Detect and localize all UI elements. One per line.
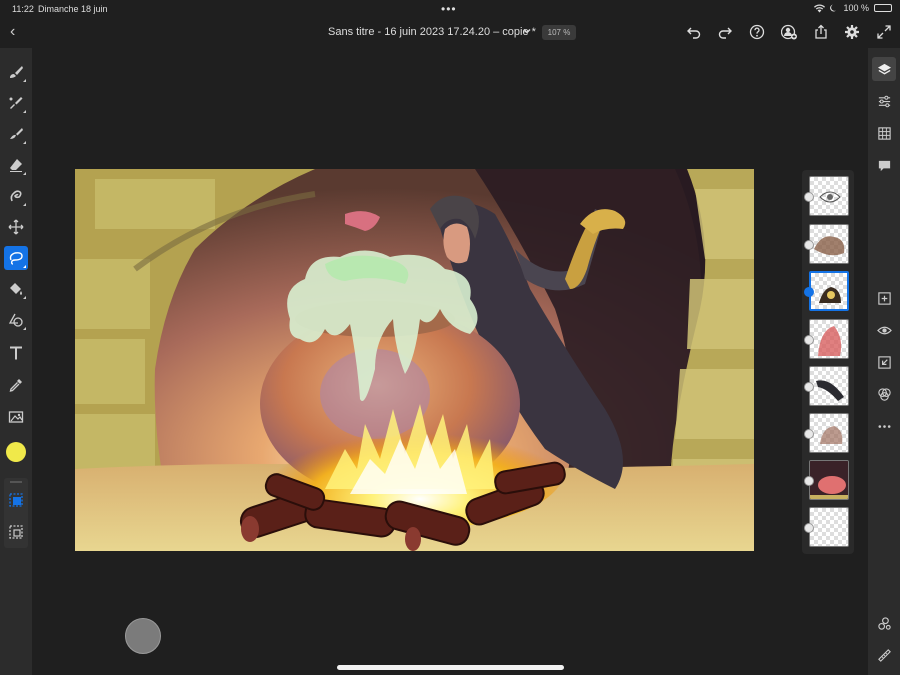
help-icon[interactable] bbox=[749, 24, 765, 40]
account-icon[interactable] bbox=[781, 24, 797, 40]
layer-visibility-icon[interactable] bbox=[804, 287, 814, 297]
image-icon[interactable] bbox=[4, 405, 28, 429]
selection-tool-group bbox=[4, 478, 28, 548]
lasso-icon[interactable] bbox=[4, 246, 28, 270]
ruler-icon[interactable] bbox=[872, 643, 896, 667]
left-toolbar bbox=[0, 48, 32, 675]
layer-visibility-icon[interactable] bbox=[804, 476, 814, 486]
brush-icon[interactable] bbox=[4, 60, 28, 84]
redo-icon[interactable] bbox=[717, 24, 733, 40]
layer-visibility-icon[interactable] bbox=[804, 382, 814, 392]
comment-icon[interactable] bbox=[872, 153, 896, 177]
layer-visibility-icon[interactable] bbox=[804, 523, 814, 533]
marquee-icon[interactable] bbox=[4, 520, 28, 544]
home-indicator[interactable] bbox=[337, 665, 564, 670]
painting-illustration bbox=[75, 169, 754, 551]
layer-visibility-icon[interactable] bbox=[804, 429, 814, 439]
share-icon[interactable] bbox=[813, 24, 829, 40]
layers-panel bbox=[802, 170, 854, 554]
layer-thumbnail[interactable] bbox=[809, 176, 849, 216]
visibility-icon[interactable] bbox=[872, 318, 896, 342]
layers-icon[interactable] bbox=[872, 57, 896, 81]
blend-icon[interactable] bbox=[872, 382, 896, 406]
multitasking-dots-icon[interactable]: ••• bbox=[441, 2, 457, 16]
fullscreen-icon[interactable] bbox=[876, 24, 892, 40]
battery-percent: 100 % bbox=[843, 3, 869, 13]
moon-icon bbox=[830, 4, 837, 12]
right-toolbar bbox=[868, 48, 900, 675]
top-bar: ‹ Sans titre - 16 juin 2023 17.24.20 – c… bbox=[0, 18, 900, 48]
layer-visibility-icon[interactable] bbox=[804, 240, 814, 250]
select-subject-icon[interactable] bbox=[4, 488, 28, 512]
adjustments-icon[interactable] bbox=[872, 89, 896, 113]
gear-icon[interactable] bbox=[844, 24, 860, 40]
layer-thumbnail[interactable] bbox=[809, 507, 849, 547]
effects-icon[interactable] bbox=[872, 611, 896, 635]
document-title[interactable]: Sans titre - 16 juin 2023 17.24.20 – cop… bbox=[328, 26, 536, 38]
add-layer-icon[interactable] bbox=[872, 286, 896, 310]
grid-icon[interactable] bbox=[872, 121, 896, 145]
import-icon[interactable] bbox=[872, 350, 896, 374]
wifi-icon bbox=[814, 4, 826, 12]
shape-icon[interactable] bbox=[4, 308, 28, 332]
color-swatch[interactable] bbox=[6, 442, 26, 462]
fill-icon[interactable] bbox=[4, 277, 28, 301]
layer-visibility-icon[interactable] bbox=[804, 335, 814, 345]
layer-thumbnail[interactable] bbox=[809, 460, 849, 500]
text-icon[interactable] bbox=[4, 341, 28, 365]
status-time: 11:22 bbox=[12, 4, 34, 14]
more-icon[interactable] bbox=[872, 414, 896, 438]
layer-thumbnail-active[interactable] bbox=[809, 271, 849, 311]
touch-shortcut-button[interactable] bbox=[125, 618, 161, 654]
layer-visibility-icon[interactable] bbox=[804, 192, 814, 202]
eyedropper-icon[interactable] bbox=[4, 373, 28, 397]
layer-thumbnail[interactable] bbox=[809, 224, 849, 264]
undo-icon[interactable] bbox=[686, 24, 702, 40]
status-date: Dimanche 18 juin bbox=[38, 4, 108, 14]
battery-icon bbox=[874, 4, 892, 12]
layer-thumbnail[interactable] bbox=[809, 413, 849, 453]
back-icon[interactable]: ‹ bbox=[10, 23, 24, 41]
status-bar: 11:22 Dimanche 18 juin ••• 100 % bbox=[0, 0, 900, 18]
mixer-brush-icon[interactable] bbox=[4, 91, 28, 115]
layer-thumbnail[interactable] bbox=[809, 319, 849, 359]
move-icon[interactable] bbox=[4, 215, 28, 239]
canvas-artwork[interactable] bbox=[75, 169, 754, 551]
eraser-icon[interactable] bbox=[4, 153, 28, 177]
liquify-icon[interactable] bbox=[4, 184, 28, 208]
zoom-level[interactable]: 107 % bbox=[542, 25, 576, 40]
layer-thumbnail[interactable] bbox=[809, 366, 849, 406]
smudge-icon[interactable] bbox=[4, 122, 28, 146]
chevron-down-icon[interactable] bbox=[522, 26, 532, 36]
